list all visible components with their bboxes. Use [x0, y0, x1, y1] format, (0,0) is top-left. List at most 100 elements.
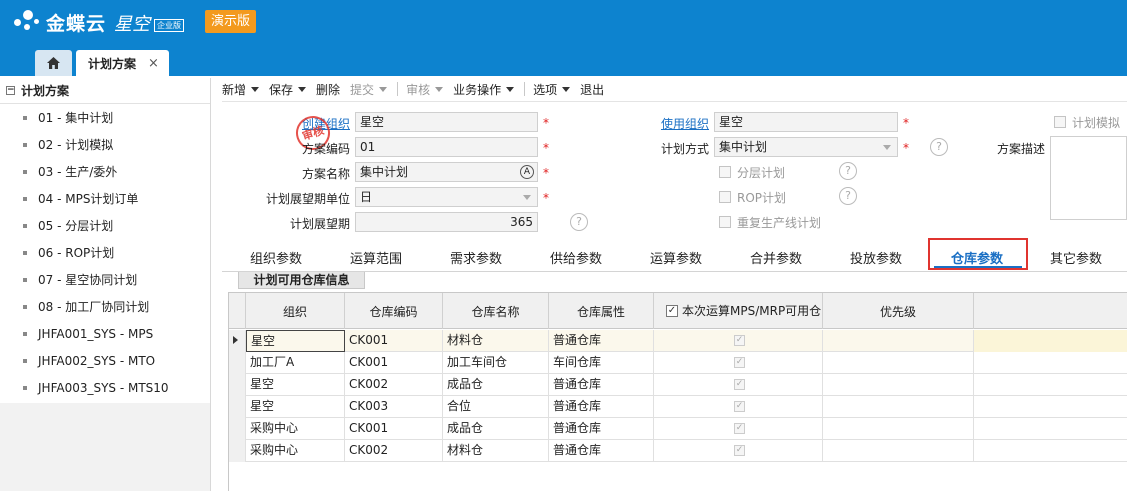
row-header[interactable]	[229, 374, 246, 396]
available-checkbox[interactable]: ✓	[734, 445, 745, 456]
subtab-available-warehouses[interactable]: 计划可用仓库信息	[238, 272, 365, 289]
cell-code[interactable]: CK001	[345, 352, 443, 374]
layered-plan-checkbox[interactable]	[719, 166, 731, 178]
available-checkbox[interactable]: ✓	[734, 401, 745, 412]
row-header[interactable]	[229, 330, 246, 352]
sidebar-item[interactable]: 01 - 集中计划	[0, 104, 210, 131]
cell-org[interactable]: 采购中心	[246, 418, 345, 440]
table-row[interactable]: 加工厂A CK001 加工车间仓 车间仓库 ✓	[229, 352, 1127, 374]
home-tab[interactable]	[35, 50, 72, 76]
table-row[interactable]: 星空 CK001 材料仓 普通仓库 ✓	[229, 330, 1127, 352]
cell-priority[interactable]	[823, 374, 974, 396]
new-button[interactable]: 新增	[222, 81, 260, 98]
row-header[interactable]	[229, 418, 246, 440]
repeat-line-checkbox[interactable]	[719, 216, 731, 228]
cell-code[interactable]: CK002	[345, 440, 443, 462]
col-org[interactable]: 组织	[246, 293, 345, 329]
cell-attr[interactable]: 车间仓库	[549, 352, 654, 374]
period-field[interactable]: 365	[355, 212, 538, 232]
unit-select[interactable]: 日	[355, 187, 538, 207]
cell-priority[interactable]	[823, 396, 974, 418]
tab-org-params[interactable]: 组织参数	[250, 248, 302, 267]
cell-org[interactable]: 加工厂A	[246, 352, 345, 374]
cell-name[interactable]: 材料仓	[443, 330, 549, 352]
cell-attr[interactable]: 普通仓库	[549, 418, 654, 440]
cell-attr[interactable]: 普通仓库	[549, 374, 654, 396]
exit-button[interactable]: 退出	[580, 81, 604, 98]
table-row[interactable]: 采购中心 CK002 材料仓 普通仓库 ✓	[229, 440, 1127, 462]
row-header[interactable]	[229, 352, 246, 374]
save-button[interactable]: 保存	[269, 81, 307, 98]
method-select[interactable]: 集中计划	[714, 137, 898, 157]
rop-plan-checkbox[interactable]	[719, 191, 731, 203]
cell-name[interactable]: 材料仓	[443, 440, 549, 462]
help-icon[interactable]: ?	[839, 187, 857, 205]
collapse-icon[interactable]: −	[6, 86, 15, 95]
cell-name[interactable]: 成品仓	[443, 418, 549, 440]
tab-merge-params[interactable]: 合并参数	[750, 248, 802, 267]
delete-button[interactable]: 删除	[316, 81, 340, 98]
table-row[interactable]: 星空 CK003 合位 普通仓库 ✓	[229, 396, 1127, 418]
close-icon[interactable]: ×	[148, 56, 159, 71]
name-field[interactable]: 集中计划 A	[355, 162, 538, 182]
help-icon[interactable]: ?	[930, 138, 948, 156]
cell-available[interactable]: ✓	[654, 440, 823, 462]
use-org-label[interactable]: 使用组织	[655, 115, 709, 132]
col-code[interactable]: 仓库编码	[345, 293, 443, 329]
available-checkbox[interactable]: ✓	[734, 423, 745, 434]
cell-name[interactable]: 加工车间仓	[443, 352, 549, 374]
sidebar-item[interactable]: JHFA002_SYS - MTO	[0, 347, 210, 374]
help-icon[interactable]: ?	[839, 162, 857, 180]
cell-available[interactable]: ✓	[654, 330, 823, 352]
tab-supply-params[interactable]: 供给参数	[550, 248, 602, 267]
cell-code[interactable]: CK001	[345, 330, 443, 352]
col-name[interactable]: 仓库名称	[443, 293, 549, 329]
tree-root[interactable]: − 计划方案	[0, 78, 210, 104]
cell-priority[interactable]	[823, 330, 974, 352]
col-available[interactable]: ✓ 本次运算MPS/MRP可用仓	[654, 293, 823, 329]
cell-attr[interactable]: 普通仓库	[549, 330, 654, 352]
cell-code[interactable]: CK001	[345, 418, 443, 440]
cell-name[interactable]: 成品仓	[443, 374, 549, 396]
cell-org[interactable]: 采购中心	[246, 440, 345, 462]
tab-other-params[interactable]: 其它参数	[1050, 248, 1102, 267]
desc-textarea[interactable]	[1050, 136, 1127, 220]
audit-button[interactable]: 审核	[406, 81, 444, 98]
help-icon[interactable]: ?	[570, 213, 588, 231]
sidebar-item[interactable]: 07 - 星空协同计划	[0, 266, 210, 293]
row-header[interactable]	[229, 440, 246, 462]
row-header[interactable]	[229, 396, 246, 418]
sidebar-item[interactable]: 06 - ROP计划	[0, 239, 210, 266]
cell-attr[interactable]: 普通仓库	[549, 396, 654, 418]
sidebar-item[interactable]: 05 - 分层计划	[0, 212, 210, 239]
select-all-checkbox[interactable]: ✓	[666, 305, 678, 317]
sidebar-item[interactable]: JHFA001_SYS - MPS	[0, 320, 210, 347]
sidebar-item[interactable]: JHFA003_SYS - MTS10	[0, 374, 210, 401]
cell-name[interactable]: 合位	[443, 396, 549, 418]
cell-code[interactable]: CK002	[345, 374, 443, 396]
table-row[interactable]: 星空 CK002 成品仓 普通仓库 ✓	[229, 374, 1127, 396]
cell-priority[interactable]	[823, 352, 974, 374]
cell-org[interactable]: 星空	[246, 374, 345, 396]
use-org-field[interactable]: 星空	[714, 112, 898, 132]
multilang-icon[interactable]: A	[520, 165, 534, 179]
cell-attr[interactable]: 普通仓库	[549, 440, 654, 462]
cell-priority[interactable]	[823, 440, 974, 462]
cell-org[interactable]: 星空	[246, 330, 345, 352]
available-checkbox[interactable]: ✓	[734, 379, 745, 390]
submit-button[interactable]: 提交	[350, 81, 388, 98]
cell-org[interactable]: 星空	[246, 396, 345, 418]
tab-calc-range[interactable]: 运算范围	[350, 248, 402, 267]
sidebar-item[interactable]: 02 - 计划模拟	[0, 131, 210, 158]
col-priority[interactable]: 优先级	[823, 293, 974, 329]
available-checkbox[interactable]: ✓	[734, 335, 745, 346]
tab-calc-params[interactable]: 运算参数	[650, 248, 702, 267]
simulate-checkbox[interactable]	[1054, 116, 1066, 128]
options-button[interactable]: 选项	[533, 81, 571, 98]
business-ops-button[interactable]: 业务操作	[453, 81, 515, 98]
tab-release-params[interactable]: 投放参数	[850, 248, 902, 267]
cell-available[interactable]: ✓	[654, 418, 823, 440]
cell-available[interactable]: ✓	[654, 352, 823, 374]
tab-demand-params[interactable]: 需求参数	[450, 248, 502, 267]
tab-plan-scheme[interactable]: 计划方案 ×	[76, 50, 169, 76]
